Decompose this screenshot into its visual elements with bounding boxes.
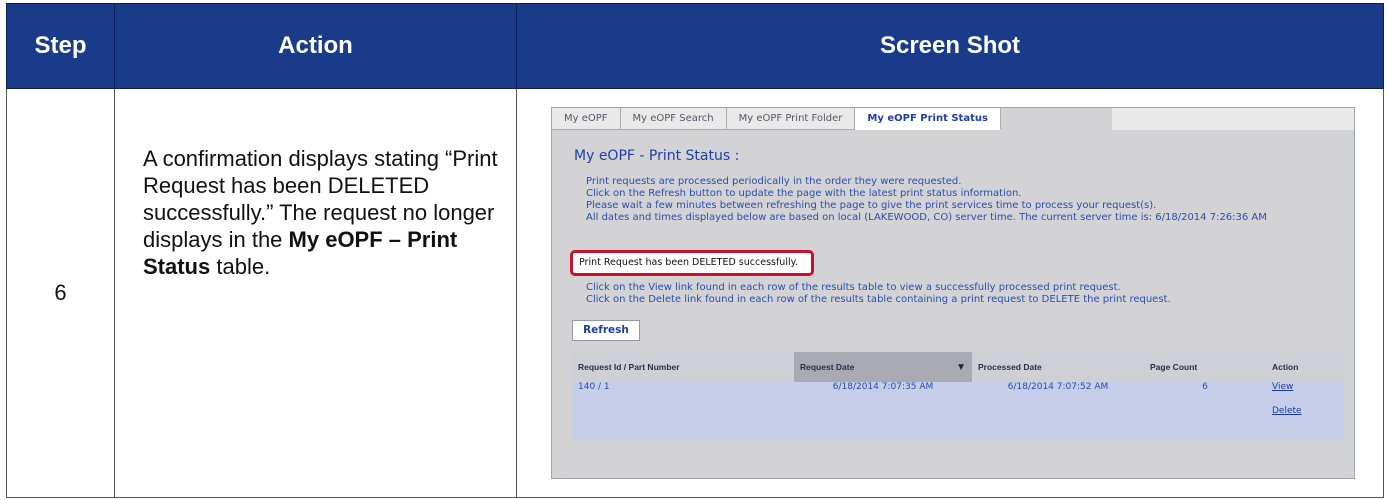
step-row: 6 A confirmation displays stating “Print… bbox=[6, 88, 1384, 498]
tab-my-eopf-search[interactable]: My eOPF Search bbox=[620, 108, 727, 130]
info-line: Print requests are processed periodicall… bbox=[586, 176, 962, 187]
print-status-header-row: Request Id / Part Number Request Date ▼ P… bbox=[572, 352, 1344, 382]
delete-link[interactable]: Delete bbox=[1272, 406, 1338, 416]
column-request-id[interactable]: Request Id / Part Number bbox=[572, 352, 794, 382]
page-title: My eOPF - Print Status : bbox=[574, 148, 740, 164]
table-row: 140 / 1 6/18/2014 7:07:35 AM 6/18/2014 7… bbox=[572, 382, 1344, 440]
instruction-line: Click on the View link found in each row… bbox=[586, 282, 1121, 293]
cell-request-id: 140 / 1 bbox=[572, 382, 794, 440]
action-header: Action bbox=[114, 3, 517, 89]
cell-page-count: 6 bbox=[1144, 382, 1266, 440]
column-page-count[interactable]: Page Count bbox=[1144, 352, 1266, 382]
info-text: Print requests are processed periodicall… bbox=[586, 176, 1267, 224]
action-cell: A confirmation displays stating “Print R… bbox=[114, 88, 517, 498]
column-processed-date[interactable]: Processed Date bbox=[972, 352, 1144, 382]
action-text-part2: table. bbox=[210, 254, 271, 279]
screenshot-header: Screen Shot bbox=[516, 3, 1384, 89]
procedure-table: Step Action Screen Shot 6 A confirmation… bbox=[6, 3, 1384, 498]
confirmation-highlight: Print Request has been DELETED successfu… bbox=[570, 250, 814, 276]
step-header: Step bbox=[6, 3, 115, 89]
column-action[interactable]: Action bbox=[1266, 352, 1344, 382]
embedded-screenshot: My eOPF My eOPF Search My eOPF Print Fol… bbox=[551, 107, 1355, 479]
view-link[interactable]: View bbox=[1272, 382, 1338, 392]
tab-my-eopf[interactable]: My eOPF bbox=[552, 108, 621, 130]
step-number: 6 bbox=[6, 88, 115, 498]
sort-down-icon: ▼ bbox=[956, 361, 966, 373]
column-request-date-label: Request Date bbox=[800, 361, 855, 372]
tab-bar: My eOPF My eOPF Search My eOPF Print Fol… bbox=[552, 108, 1001, 130]
instructions-text: Click on the View link found in each row… bbox=[586, 282, 1171, 306]
cell-action: View Delete bbox=[1266, 382, 1344, 440]
column-request-date[interactable]: Request Date ▼ bbox=[794, 352, 972, 382]
tab-bar-background bbox=[1112, 108, 1354, 130]
cell-request-date: 6/18/2014 7:07:35 AM bbox=[794, 382, 972, 440]
confirmation-message: Print Request has been DELETED successfu… bbox=[579, 257, 798, 268]
screenshot-cell: My eOPF My eOPF Search My eOPF Print Fol… bbox=[516, 88, 1384, 498]
print-status-table: Request Id / Part Number Request Date ▼ P… bbox=[572, 352, 1344, 440]
cell-processed-date: 6/18/2014 7:07:52 AM bbox=[972, 382, 1144, 440]
info-line: All dates and times displayed below are … bbox=[586, 212, 1267, 223]
action-text: A confirmation displays stating “Print R… bbox=[115, 89, 516, 280]
instruction-line: Click on the Delete link found in each r… bbox=[586, 294, 1171, 305]
header-row: Step Action Screen Shot bbox=[6, 3, 1384, 89]
refresh-button[interactable]: Refresh bbox=[572, 320, 640, 341]
info-line: Please wait a few minutes between refres… bbox=[586, 200, 1157, 211]
tab-my-eopf-print-status[interactable]: My eOPF Print Status bbox=[855, 108, 1001, 130]
info-line: Click on the Refresh button to update th… bbox=[586, 188, 1022, 199]
tab-my-eopf-print-folder[interactable]: My eOPF Print Folder bbox=[726, 108, 856, 130]
